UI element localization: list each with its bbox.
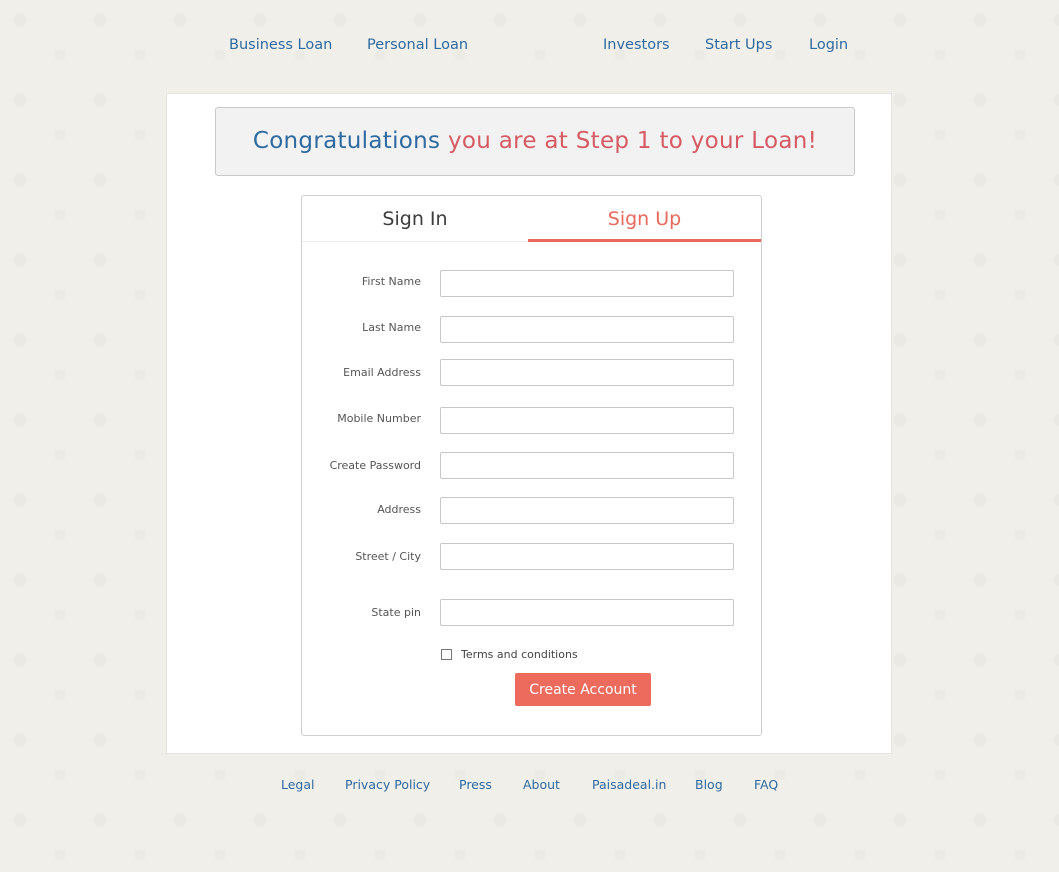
tab-sign-in[interactable]: Sign In: [302, 196, 528, 242]
mobile-input[interactable]: [440, 407, 734, 434]
email-label: Email Address: [343, 366, 421, 379]
street-city-label: Street / City: [355, 550, 421, 563]
first-name-input[interactable]: [440, 270, 734, 297]
state-pin-input[interactable]: [440, 599, 734, 626]
banner-congratulations: Congratulations: [252, 128, 441, 154]
mobile-label: Mobile Number: [337, 412, 421, 425]
address-label: Address: [377, 503, 421, 516]
banner-step-text: you are at Step 1 to your Loan!: [447, 128, 818, 154]
footer-faq[interactable]: FAQ: [754, 777, 778, 792]
nav-login[interactable]: Login: [809, 37, 848, 53]
footer-blog[interactable]: Blog: [695, 777, 723, 792]
password-input[interactable]: [440, 452, 734, 479]
email-input[interactable]: [440, 359, 734, 386]
password-label: Create Password: [329, 459, 421, 472]
footer-paisadeal[interactable]: Paisadeal.in: [592, 777, 666, 792]
footer-legal[interactable]: Legal: [281, 777, 315, 792]
tab-sign-up[interactable]: Sign Up: [528, 196, 761, 242]
first-name-label: First Name: [361, 275, 421, 288]
auth-form-box: Sign In Sign Up First Name Last Name Ema…: [301, 195, 762, 736]
footer-about[interactable]: About: [523, 777, 560, 792]
last-name-label: Last Name: [362, 321, 421, 334]
terms-label[interactable]: Terms and conditions: [461, 648, 578, 661]
footer-press[interactable]: Press: [459, 777, 492, 792]
create-account-button[interactable]: Create Account: [515, 673, 651, 706]
nav-business-loan[interactable]: Business Loan: [229, 37, 332, 53]
footer-privacy-policy[interactable]: Privacy Policy: [345, 777, 430, 792]
terms-checkbox[interactable]: [441, 649, 452, 660]
address-input[interactable]: [440, 497, 734, 524]
street-city-input[interactable]: [440, 543, 734, 570]
nav-start-ups[interactable]: Start Ups: [705, 37, 772, 53]
state-pin-label: State pin: [371, 606, 421, 619]
nav-investors[interactable]: Investors: [603, 37, 670, 53]
last-name-input[interactable]: [440, 316, 734, 343]
step-banner: Congratulations you are at Step 1 to you…: [215, 107, 855, 176]
nav-personal-loan[interactable]: Personal Loan: [367, 37, 468, 53]
